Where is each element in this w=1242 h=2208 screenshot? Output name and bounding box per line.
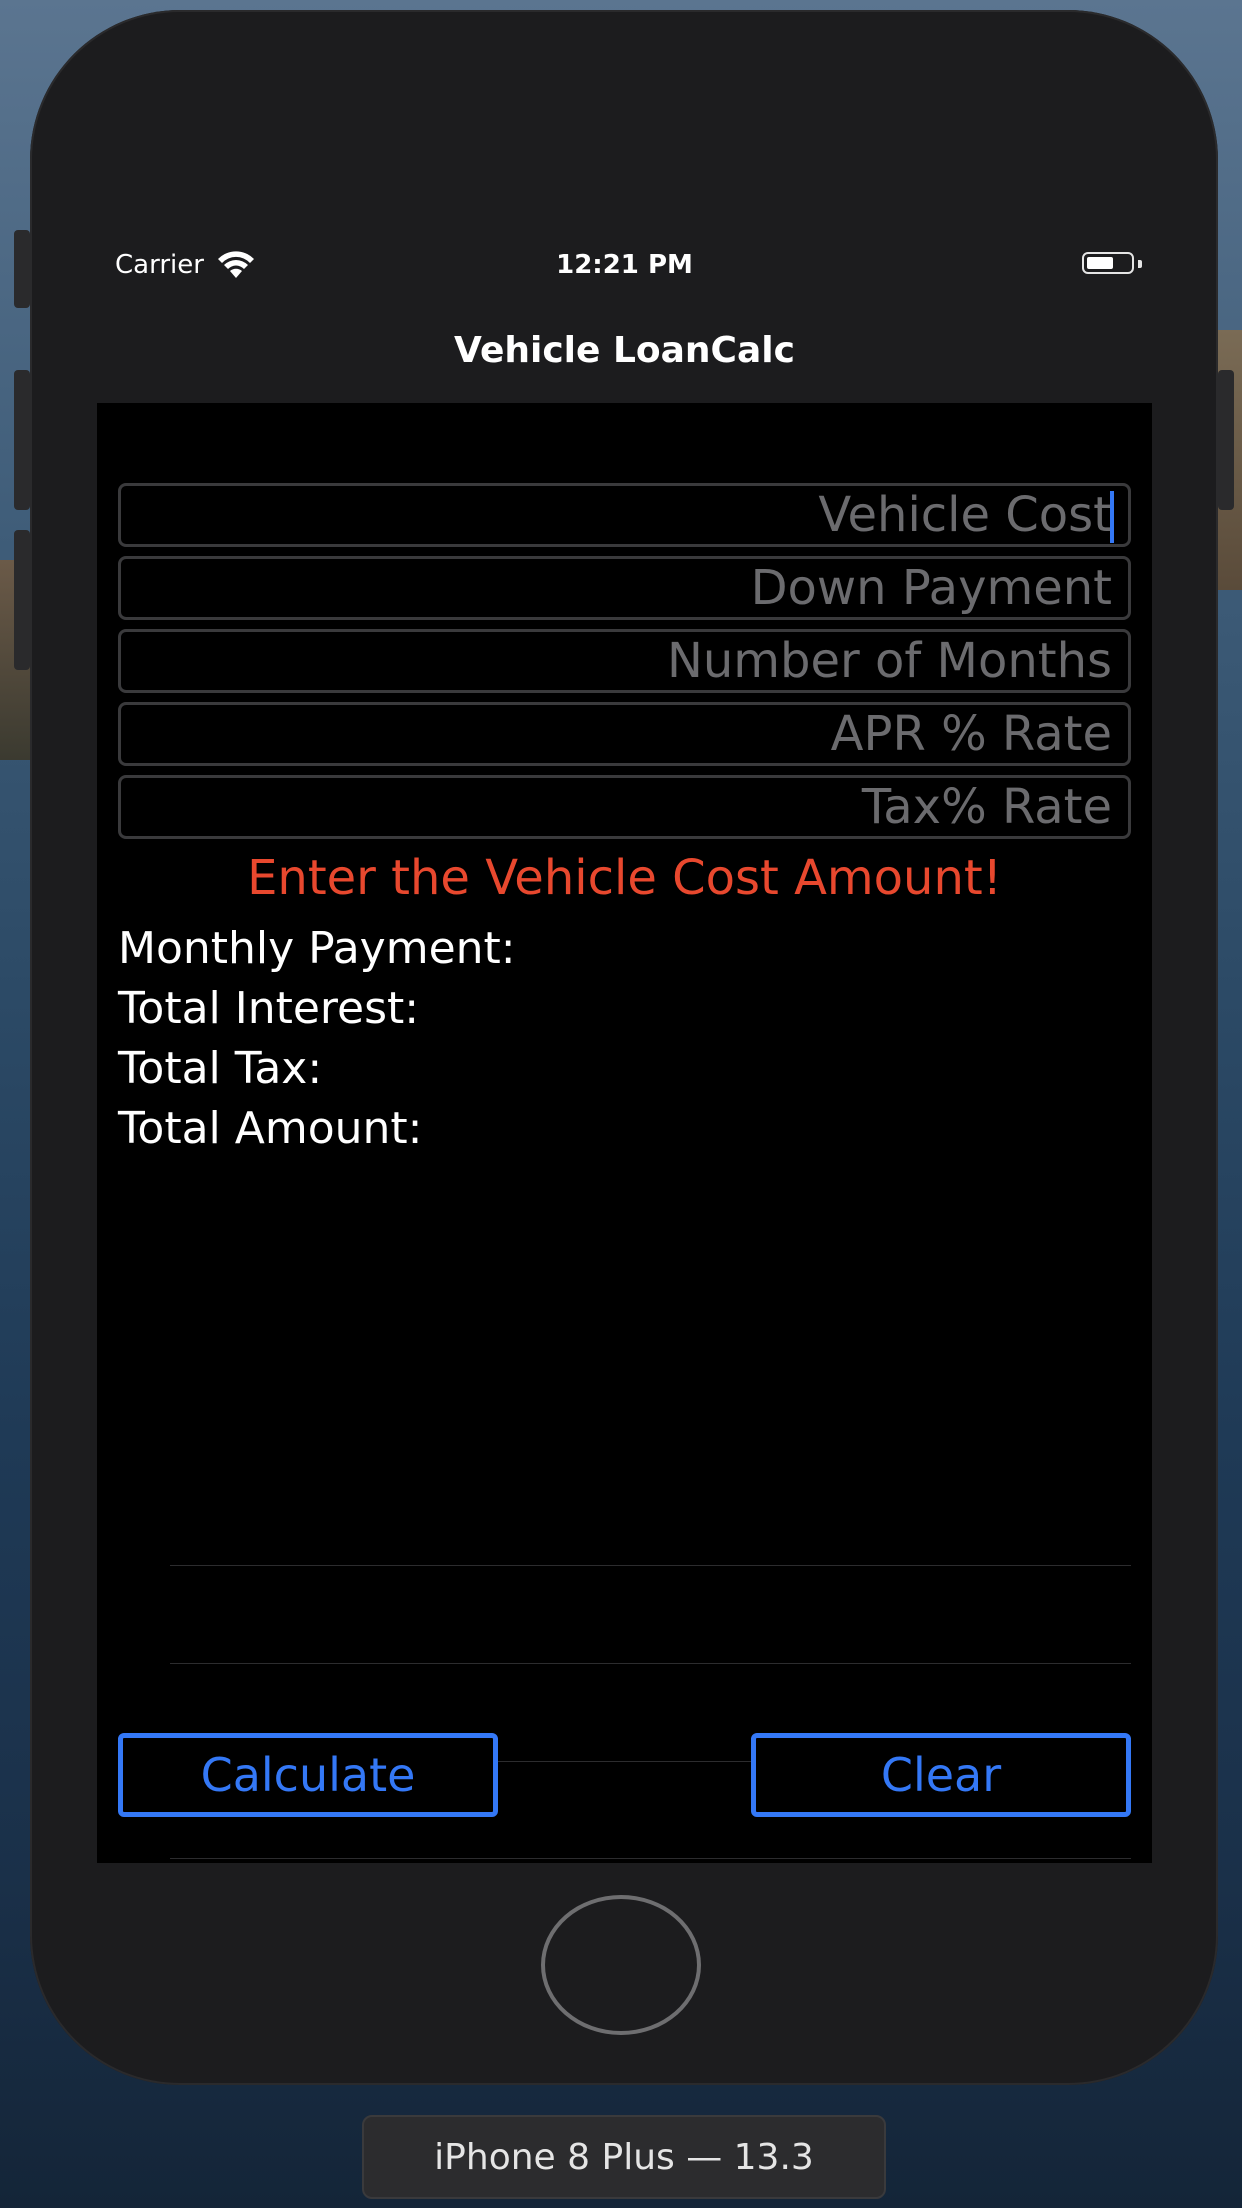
simulator-device-label: iPhone 8 Plus — 13.3: [362, 2115, 886, 2199]
main-content: Enter the Vehicle Cost Amount! Monthly P…: [97, 403, 1152, 1863]
status-bar: Carrier 12:21 PM: [97, 230, 1152, 298]
number-of-months-input[interactable]: [121, 632, 1128, 690]
battery-tip: [1138, 260, 1142, 268]
apr-rate-field[interactable]: [118, 702, 1131, 766]
text-cursor: [1110, 491, 1114, 543]
tax-rate-input[interactable]: [121, 778, 1128, 836]
vehicle-cost-input[interactable]: [121, 486, 1128, 544]
power-button: [1218, 370, 1234, 510]
status-time: 12:21 PM: [556, 250, 693, 280]
home-button[interactable]: [541, 1895, 701, 2035]
error-message: Enter the Vehicle Cost Amount!: [247, 850, 1002, 906]
mute-switch: [14, 230, 30, 308]
apr-rate-input[interactable]: [121, 705, 1128, 763]
monthly-payment-label: Monthly Payment:: [118, 923, 516, 974]
calculate-button[interactable]: Calculate: [118, 1733, 498, 1817]
down-payment-field[interactable]: [118, 556, 1131, 620]
table-row-separator: [170, 1565, 1131, 1566]
volume-up-button: [14, 370, 30, 510]
total-interest-label: Total Interest:: [118, 983, 420, 1034]
table-row-separator: [170, 1663, 1131, 1664]
down-payment-input[interactable]: [121, 559, 1128, 617]
page-title: Vehicle LoanCalc: [454, 330, 795, 371]
battery-level: [1087, 257, 1113, 269]
device-screen: Carrier 12:21 PM Vehicle LoanCalc Vehicl…: [97, 230, 1152, 1863]
volume-down-button: [14, 530, 30, 670]
vehicle-cost-field[interactable]: [118, 483, 1131, 547]
clear-button[interactable]: Clear: [751, 1733, 1131, 1817]
tax-rate-field[interactable]: [118, 775, 1131, 839]
table-row-separator: [170, 1858, 1131, 1859]
battery-icon: [1082, 252, 1134, 274]
navigation-bar: Vehicle LoanCalc: [97, 298, 1152, 403]
total-amount-label: Total Amount:: [118, 1103, 423, 1154]
total-tax-label: Total Tax:: [118, 1043, 323, 1094]
number-of-months-field[interactable]: [118, 629, 1131, 693]
